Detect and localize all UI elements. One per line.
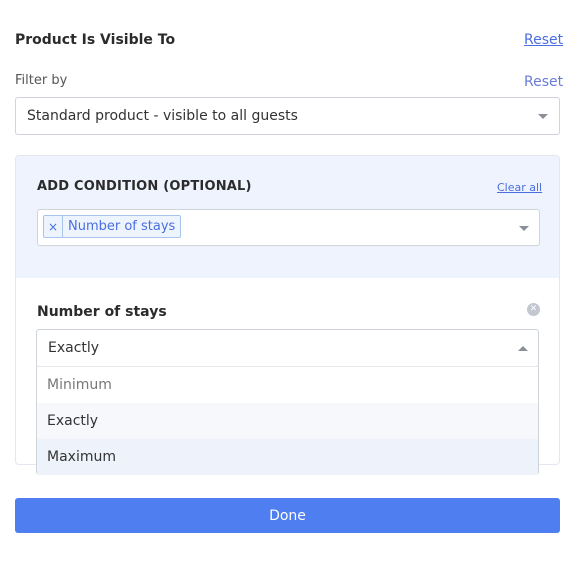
clear-all-link[interactable]: Clear all: [497, 181, 542, 194]
stays-dropdown-menu: Minimum Exactly Maximum: [36, 366, 539, 475]
chevron-up-icon: [518, 346, 528, 351]
stays-title: Number of stays: [37, 304, 167, 320]
option-exactly[interactable]: Exactly: [37, 403, 538, 439]
reset-link[interactable]: Reset: [524, 31, 563, 49]
filter-label: Filter by: [15, 73, 68, 88]
chevron-down-icon: [538, 114, 548, 119]
filter-reset-link[interactable]: Reset: [524, 73, 563, 91]
option-maximum[interactable]: Maximum: [37, 439, 538, 475]
section-title: Product Is Visible To: [15, 32, 176, 48]
option-minimum[interactable]: Minimum: [37, 367, 538, 403]
condition-tag: × Number of stays: [43, 215, 182, 238]
stays-select[interactable]: Exactly: [36, 329, 539, 367]
tag-label: Number of stays: [68, 219, 176, 234]
filter-select-value: Standard product - visible to all guests: [27, 108, 298, 124]
chevron-down-icon: [519, 226, 529, 231]
done-button[interactable]: Done: [15, 498, 560, 533]
condition-title: ADD CONDITION (OPTIONAL): [37, 179, 252, 194]
condition-select[interactable]: × Number of stays: [37, 209, 540, 246]
filter-select[interactable]: Standard product - visible to all guests: [15, 97, 560, 135]
remove-condition-icon[interactable]: ✕: [527, 303, 540, 316]
tag-remove-icon[interactable]: ×: [44, 216, 63, 237]
stays-select-value: Exactly: [48, 340, 100, 356]
